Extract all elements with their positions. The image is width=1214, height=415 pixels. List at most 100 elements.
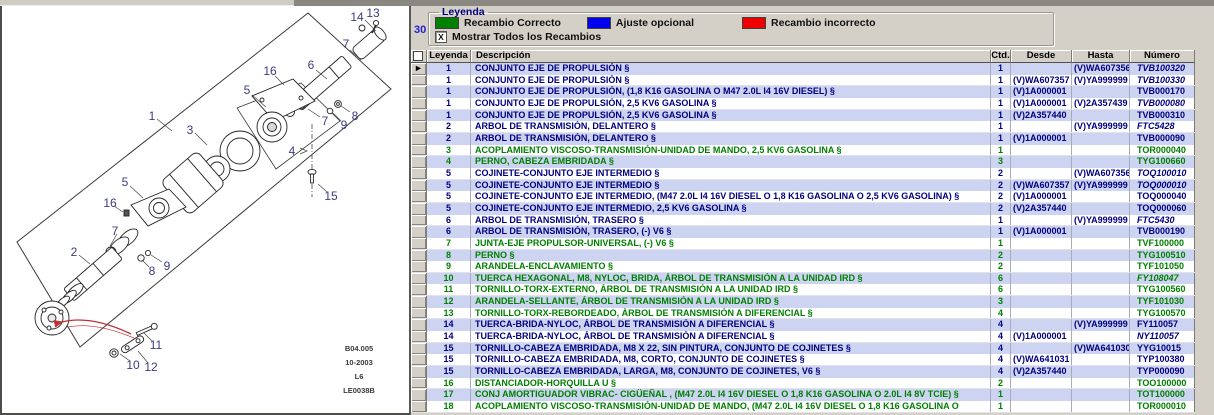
- diagram-callout[interactable]: 8: [352, 109, 359, 123]
- table-row[interactable]: 3ACOPLAMIENTO VISCOSO-TRANSMISIÓN-UNIDAD…: [411, 145, 1195, 157]
- column-header-numero[interactable]: Número: [1130, 50, 1195, 63]
- table-row[interactable]: 5COJINETE-CONJUNTO EJE INTERMEDIO §2(V)W…: [411, 168, 1195, 180]
- row-selector[interactable]: [411, 180, 427, 192]
- row-selector[interactable]: [411, 331, 427, 342]
- table-row[interactable]: 2ARBOL DE TRANSMISIÓN, DELANTERO §1(V)1A…: [411, 133, 1195, 145]
- cell-part-number: TVB000310: [1130, 110, 1195, 122]
- table-row[interactable]: 4PERNO, CABEZA EMBRIDADA §3TYG100660: [411, 156, 1195, 168]
- table-row[interactable]: 5COJINETE-CONJUNTO EJE INTERMEDIO, 2,5 K…: [411, 203, 1195, 215]
- table-row[interactable]: 11TORNILLO-TORX-EXTERNO, ÁRBOL DE TRANSM…: [411, 284, 1195, 296]
- cell-to: [1072, 308, 1130, 319]
- table-row[interactable]: 17CONJ AMORTIGUADOR VIBRAC- CIGÜEÑAL , (…: [411, 389, 1195, 401]
- cell-description: CONJ AMORTIGUADOR VIBRAC- CIGÜEÑAL , (M4…: [471, 389, 991, 401]
- row-selector[interactable]: [411, 343, 427, 355]
- table-row[interactable]: 15TORNILLO-CABEZA EMBRIDADA, M8, CORTO, …: [411, 354, 1195, 366]
- select-all-box[interactable]: [413, 51, 423, 61]
- row-selector[interactable]: [411, 401, 427, 412]
- row-selector[interactable]: [411, 284, 427, 295]
- table-row[interactable]: 13TORNILLO-TORX-REBORDEADO, ÁRBOL DE TRA…: [411, 308, 1195, 320]
- row-selector[interactable]: [411, 215, 427, 226]
- table-row[interactable]: 1CONJUNTO EJE DE PROPULSIÓN §1(V)WA60735…: [411, 75, 1195, 87]
- table-row[interactable]: 16DISTANCIADOR-HORQUILLA U §2TOO100000: [411, 378, 1195, 390]
- diagram-callout[interactable]: 9: [341, 118, 348, 132]
- diagram-callout[interactable]: 16: [103, 196, 117, 210]
- row-selector[interactable]: [411, 238, 427, 249]
- table-row[interactable]: 10TUERCA HEXAGONAL, M8, NYLOC, BRIDA, ÁR…: [411, 273, 1195, 285]
- diagram-callout[interactable]: 6: [308, 58, 315, 72]
- diagram-callout[interactable]: 15: [324, 189, 338, 203]
- table-row[interactable]: 8PERNO §2TYG100510: [411, 250, 1195, 262]
- table-row[interactable]: 18ACOPLAMIENTO VISCOSO-TRANSMISIÓN-UNIDA…: [411, 401, 1195, 413]
- diagram-callout[interactable]: 7: [322, 114, 329, 128]
- column-header-hasta[interactable]: Hasta: [1072, 50, 1130, 63]
- cell-leyenda: 14: [427, 319, 471, 331]
- row-selector[interactable]: [411, 86, 427, 98]
- diagram-callout[interactable]: 16: [263, 64, 277, 78]
- row-selector[interactable]: [411, 273, 427, 285]
- cell-qty: 4: [991, 343, 1011, 355]
- row-selector[interactable]: [411, 121, 427, 132]
- row-selector[interactable]: [411, 133, 427, 145]
- row-selector[interactable]: [411, 226, 427, 238]
- row-selector[interactable]: ►: [411, 63, 427, 75]
- diagram-callout[interactable]: 8: [149, 264, 156, 278]
- table-row[interactable]: 1CONJUNTO EJE DE PROPULSIÓN, 2,5 KV6 GAS…: [411, 98, 1195, 110]
- table-row[interactable]: 6ARBOL DE TRANSMISIÓN, TRASERO, (-) V6 §…: [411, 226, 1195, 238]
- table-row[interactable]: 15TORNILLO-CABEZA EMBRIDADA, LARGA, M8, …: [411, 366, 1195, 378]
- table-row[interactable]: 1CONJUNTO EJE DE PROPULSIÓN, 2,5 KV6 GAS…: [411, 110, 1195, 122]
- table-row[interactable]: 14TUERCA-BRIDA-NYLOC, ÁRBOL DE TRANSMISI…: [411, 319, 1195, 331]
- row-selector[interactable]: [411, 191, 427, 202]
- row-selector[interactable]: [411, 389, 427, 401]
- row-selector[interactable]: [411, 250, 427, 262]
- table-row[interactable]: 9ARANDELA-ENCLAVAMIENTO §2TYF101050: [411, 261, 1195, 273]
- show-all-checkbox-row[interactable]: X Mostrar Todos los Recambios: [435, 31, 1047, 43]
- row-selector[interactable]: [411, 145, 427, 156]
- table-row[interactable]: 1CONJUNTO EJE DE PROPULSIÓN, (1,8 K16 GA…: [411, 86, 1195, 98]
- row-selector[interactable]: [411, 203, 427, 215]
- row-selector[interactable]: [411, 168, 427, 179]
- row-selector[interactable]: [411, 98, 427, 109]
- diagram-callout[interactable]: 1: [149, 109, 156, 123]
- table-row[interactable]: 5COJINETE-CONJUNTO EJE INTERMEDIO, (M47 …: [411, 191, 1195, 203]
- row-selector[interactable]: [411, 156, 427, 168]
- table-row[interactable]: 15TORNILLO-CABEZA EMBRIDADA, M8 X 22, SI…: [411, 343, 1195, 355]
- diagram-callout[interactable]: 5: [244, 83, 251, 97]
- column-header-leyenda[interactable]: Leyenda: [427, 50, 471, 63]
- row-selector[interactable]: [411, 378, 427, 389]
- diagram-callout[interactable]: 9: [164, 259, 171, 273]
- table-row[interactable]: 12ARANDELA-SELLANTE, ÁRBOL DE TRANSMISIÓ…: [411, 296, 1195, 308]
- diagram-callout[interactable]: 2: [71, 245, 78, 259]
- diagram-callout[interactable]: 5: [122, 175, 129, 189]
- show-all-checkbox[interactable]: X: [435, 31, 447, 43]
- row-selector[interactable]: [411, 110, 427, 122]
- diagram-callout[interactable]: 7: [343, 37, 350, 51]
- table-row[interactable]: 2ARBOL DE TRANSMISIÓN, DELANTERO §1(V)YA…: [411, 121, 1195, 133]
- diagram-callout[interactable]: 10: [126, 358, 140, 372]
- table-row[interactable]: 7JUNTA-EJE PROPULSOR-UNIVERSAL, (-) V6 §…: [411, 238, 1195, 250]
- row-selector[interactable]: [411, 354, 427, 365]
- row-selector[interactable]: [411, 308, 427, 319]
- column-header-desde[interactable]: Desde: [1011, 50, 1072, 63]
- column-header-ctd[interactable]: Ctd.: [991, 50, 1011, 63]
- diagram-callout[interactable]: 11: [150, 338, 163, 352]
- column-header-descripcion[interactable]: Descripción: [471, 50, 991, 63]
- cell-description: ARBOL DE TRANSMISIÓN, TRASERO, (-) V6 §: [471, 226, 991, 238]
- row-selector[interactable]: [411, 261, 427, 272]
- row-selector[interactable]: [411, 296, 427, 308]
- row-selector[interactable]: [411, 319, 427, 331]
- table-row[interactable]: 6ARBOL DE TRANSMISIÓN, TRASERO §1(V)YA99…: [411, 215, 1195, 227]
- diagram-callout[interactable]: 13: [366, 6, 380, 20]
- row-selector[interactable]: [411, 75, 427, 86]
- diagram-callout[interactable]: 4: [289, 144, 296, 158]
- cell-leyenda: 13: [427, 308, 471, 319]
- diagram-callout[interactable]: 3: [187, 123, 194, 137]
- table-row[interactable]: 14TUERCA-BRIDA-NYLOC, ÁRBOL DE TRANSMISI…: [411, 331, 1195, 343]
- diagram-callout[interactable]: 7: [112, 224, 119, 238]
- diagram-callout[interactable]: 14: [350, 10, 364, 24]
- table-row[interactable]: ►1CONJUNTO EJE DE PROPULSIÓN §1(V)WA6073…: [411, 63, 1195, 75]
- row-selector[interactable]: [411, 366, 427, 378]
- select-all-header[interactable]: [411, 50, 427, 63]
- table-row[interactable]: 5COJINETE-CONJUNTO EJE INTERMEDIO §2(V)W…: [411, 180, 1195, 192]
- cell-part-number: TOO100000: [1130, 378, 1195, 389]
- diagram-callout[interactable]: 12: [144, 360, 158, 374]
